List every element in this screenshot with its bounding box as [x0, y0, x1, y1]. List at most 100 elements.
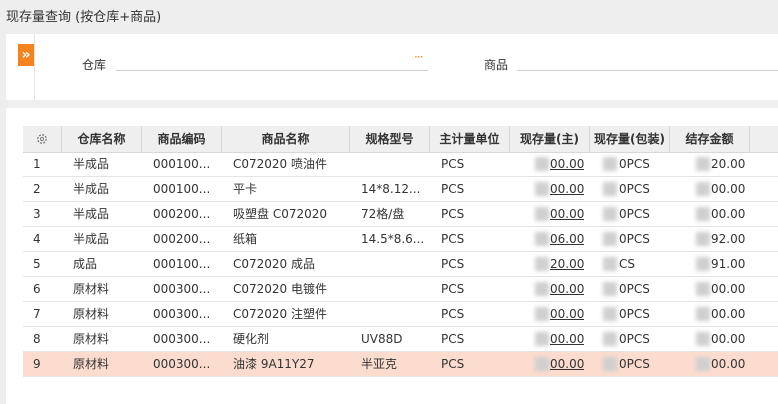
redacted-mark	[535, 182, 549, 196]
qty-main-link[interactable]: 00.00	[550, 152, 584, 177]
table-row[interactable]: 4 半成品 000200... 纸箱 14.5*8.6... PCS 06.00…	[23, 227, 778, 252]
col-qty-main[interactable]: 现存量(主)	[510, 126, 590, 152]
name-cell: C072020 成品	[233, 257, 316, 271]
redacted-mark	[535, 232, 549, 246]
amount-cell: 91.00	[711, 257, 746, 271]
spec-cell: 14*8.12...	[361, 182, 421, 196]
table-row[interactable]: 3 半成品 000200... 吸塑盘 C072020 72格/盘 PCS 00…	[23, 202, 778, 227]
code-cell: 000200...	[153, 207, 211, 221]
col-name[interactable]: 商品名称	[222, 126, 350, 152]
qty-main-link[interactable]: 00.00	[550, 302, 584, 327]
gear-icon[interactable]	[36, 133, 48, 145]
redacted-mark	[535, 207, 549, 221]
row-index: 6	[33, 282, 41, 296]
unit-cell: PCS	[441, 357, 465, 371]
redacted-mark	[603, 282, 617, 296]
warehouse-input[interactable]	[116, 70, 428, 71]
redacted-mark	[603, 157, 617, 171]
row-index: 5	[33, 257, 41, 271]
redacted-mark	[696, 282, 710, 296]
warehouse-more-icon[interactable]: ···	[414, 50, 424, 64]
warehouse-cell: 半成品	[73, 207, 110, 221]
redacted-mark	[696, 157, 710, 171]
qty-main-link[interactable]: 00.00	[550, 202, 584, 227]
warehouse-cell: 成品	[73, 257, 98, 271]
table-row[interactable]: 8 原材料 000300... 硬化剂 UV88D PCS 00.00 0PCS…	[23, 327, 778, 352]
col-qty-pack[interactable]: 现存量(包装)	[590, 126, 670, 152]
qty-pack-cell: 0PCS	[619, 207, 650, 221]
unit-cell: PCS	[441, 232, 465, 246]
qty-pack-cell: 0PCS	[619, 332, 650, 346]
qty-pack-cell: 0PCS	[619, 357, 650, 371]
spec-cell: 半亚克	[361, 357, 398, 371]
qty-pack-cell: 0PCS	[619, 282, 650, 296]
redacted-mark	[535, 257, 549, 271]
col-code[interactable]: 商品编码	[142, 126, 222, 152]
code-cell: 000200...	[153, 232, 211, 246]
qty-pack-cell: 0PCS	[619, 307, 650, 321]
redacted-mark	[696, 307, 710, 321]
warehouse-cell: 原材料	[73, 307, 110, 321]
expand-filter-button[interactable]: »	[18, 44, 34, 66]
qty-main-link[interactable]: 00.00	[550, 327, 584, 352]
redacted-mark	[535, 282, 549, 296]
warehouse-cell: 半成品	[73, 157, 110, 171]
settings-cell[interactable]	[23, 126, 62, 152]
name-cell: 平卡	[233, 182, 258, 196]
amount-cell: 00.00	[711, 182, 746, 196]
amount-cell: 00.00	[711, 357, 746, 371]
table-row[interactable]: 7 原材料 000300... C072020 注塑件 PCS 00.00 0P…	[23, 302, 778, 327]
spec-cell: 72格/盘	[361, 207, 405, 221]
code-cell: 000300...	[153, 307, 211, 321]
redacted-mark	[696, 257, 710, 271]
row-index: 7	[33, 307, 41, 321]
qty-main-link[interactable]: 00.00	[550, 352, 584, 377]
table-header: 仓库名称 商品编码 商品名称 规格型号 主计量单位 现存量(主) 现存量(包装)…	[23, 126, 778, 153]
unit-cell: PCS	[441, 207, 465, 221]
name-cell: C072020 喷油件	[233, 157, 328, 171]
filter-panel: » 仓库 ··· 商品	[6, 34, 778, 100]
warehouse-cell: 半成品	[73, 232, 110, 246]
qty-main-link[interactable]: 20.00	[550, 252, 584, 277]
redacted-mark	[696, 182, 710, 196]
col-warehouse[interactable]: 仓库名称	[62, 126, 142, 152]
warehouse-label: 仓库	[82, 58, 107, 72]
table-row[interactable]: 6 原材料 000300... C072020 电镀件 PCS 00.00 0P…	[23, 277, 778, 302]
warehouse-cell: 半成品	[73, 182, 110, 196]
col-spec[interactable]: 规格型号	[350, 126, 430, 152]
amount-cell: 00.00	[711, 207, 746, 221]
col-amount[interactable]: 结存金额	[670, 126, 750, 152]
amount-cell: 00.00	[711, 282, 746, 296]
qty-pack-cell: 0PCS	[619, 182, 650, 196]
col-unit[interactable]: 主计量单位	[430, 126, 510, 152]
table-row[interactable]: 2 半成品 000100... 平卡 14*8.12... PCS 00.00 …	[23, 177, 778, 202]
name-cell: 油漆 9A11Y27	[233, 357, 315, 371]
name-cell: C072020 电镀件	[233, 282, 328, 296]
table-row[interactable]: 5 成品 000100... C072020 成品 PCS 20.00 CS 9…	[23, 252, 778, 277]
row-index: 3	[33, 207, 41, 221]
redacted-mark	[696, 232, 710, 246]
row-index: 8	[33, 332, 41, 346]
qty-main-link[interactable]: 00.00	[550, 277, 584, 302]
table-row-selected[interactable]: 9 原材料 000300... 油漆 9A11Y27 半亚克 PCS 00.00…	[23, 352, 778, 377]
product-input[interactable]	[517, 70, 778, 71]
grid-panel: 仓库名称 商品编码 商品名称 规格型号 主计量单位 现存量(主) 现存量(包装)…	[6, 108, 778, 404]
redacted-mark	[603, 182, 617, 196]
redacted-mark	[603, 307, 617, 321]
unit-cell: PCS	[441, 282, 465, 296]
qty-main-link[interactable]: 00.00	[550, 177, 584, 202]
warehouse-cell: 原材料	[73, 332, 110, 346]
table-row[interactable]: 1 半成品 000100... C072020 喷油件 PCS 00.00 0P…	[23, 152, 778, 177]
qty-pack-cell: CS	[619, 257, 635, 271]
qty-main-link[interactable]: 06.00	[550, 227, 584, 252]
code-cell: 000300...	[153, 357, 211, 371]
amount-cell: 00.00	[711, 332, 746, 346]
warehouse-cell: 原材料	[73, 282, 110, 296]
redacted-mark	[535, 307, 549, 321]
amount-cell: 00.00	[711, 307, 746, 321]
redacted-mark	[696, 207, 710, 221]
code-cell: 000300...	[153, 332, 211, 346]
row-index: 2	[33, 182, 41, 196]
amount-cell: 20.00	[711, 157, 746, 171]
redacted-mark	[696, 332, 710, 346]
